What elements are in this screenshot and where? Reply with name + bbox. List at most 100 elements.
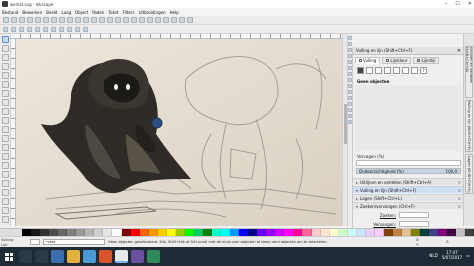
palette-swatch[interactable] bbox=[429, 229, 439, 236]
tab-stroke-style[interactable]: Lijnstijl bbox=[413, 57, 440, 64]
palette-swatch[interactable] bbox=[311, 229, 321, 236]
menu-tekst[interactable]: Tekst bbox=[108, 10, 118, 15]
bucket-tool-icon[interactable] bbox=[1, 180, 9, 187]
spray-tool-icon[interactable] bbox=[1, 162, 9, 169]
palette-swatch[interactable] bbox=[275, 229, 285, 236]
linear-gradient-button[interactable] bbox=[375, 67, 382, 74]
zoom-selection-button[interactable] bbox=[91, 17, 97, 23]
palette-swatch[interactable] bbox=[374, 229, 384, 236]
palette-swatch[interactable] bbox=[447, 229, 457, 236]
spiral-tool-icon[interactable] bbox=[1, 117, 9, 124]
palette-swatch[interactable] bbox=[365, 229, 375, 236]
windows-start-icon[interactable] bbox=[2, 250, 16, 264]
search-input[interactable] bbox=[399, 212, 429, 218]
box3d-tool-icon[interactable] bbox=[1, 90, 9, 97]
duplicate-button[interactable] bbox=[115, 17, 121, 23]
palette-swatch[interactable] bbox=[239, 229, 249, 236]
fill-stroke-button[interactable] bbox=[155, 17, 161, 23]
align-distribute-button[interactable] bbox=[179, 17, 185, 23]
panel-layers[interactable]: ▸ Lagen (Shift+Ctrl+L) ✕ bbox=[353, 194, 464, 201]
paste-button[interactable] bbox=[83, 17, 89, 23]
tab-fill[interactable]: Vulling bbox=[355, 57, 381, 64]
palette-swatch[interactable] bbox=[266, 229, 276, 236]
rectangle-tool-icon[interactable] bbox=[1, 81, 9, 88]
palette-swatch[interactable] bbox=[94, 229, 104, 236]
snap-bbox-button[interactable] bbox=[348, 42, 352, 46]
palette-swatch[interactable] bbox=[356, 229, 366, 236]
side-tab-align[interactable]: Uitlijnen en verdelen (Shift+Ctrl+A) bbox=[465, 46, 473, 98]
pencil-tool-icon[interactable] bbox=[1, 126, 9, 133]
flip-horizontal-button[interactable] bbox=[43, 26, 48, 32]
palette-swatch[interactable] bbox=[40, 229, 50, 236]
notifications-icon[interactable]: ▭ bbox=[466, 253, 470, 258]
ellipse-tool-icon[interactable] bbox=[1, 99, 9, 106]
minimize-button[interactable]: – bbox=[445, 1, 448, 7]
lower-button[interactable] bbox=[75, 26, 80, 32]
raise-top-button[interactable] bbox=[59, 26, 64, 32]
palette-swatch[interactable] bbox=[411, 229, 421, 236]
palette-swatch[interactable] bbox=[103, 229, 113, 236]
unset-paint-button[interactable]: ? bbox=[420, 67, 427, 74]
palette-swatch[interactable] bbox=[184, 229, 194, 236]
text-tool-icon[interactable] bbox=[1, 153, 9, 160]
radial-gradient-button[interactable] bbox=[384, 67, 391, 74]
clock[interactable]: 17:47 5/07/2017 bbox=[442, 250, 463, 260]
panel-align-close-icon[interactable]: ✕ bbox=[458, 180, 461, 185]
group-button[interactable] bbox=[139, 17, 145, 23]
palette-swatch[interactable] bbox=[22, 229, 32, 236]
export-button[interactable] bbox=[43, 17, 49, 23]
palette-swatch[interactable] bbox=[401, 229, 412, 236]
palette-swatch[interactable] bbox=[347, 229, 357, 236]
menu-beeld[interactable]: Beeld bbox=[46, 10, 57, 15]
palette-swatch[interactable] bbox=[420, 229, 430, 236]
palette-swatch[interactable] bbox=[320, 229, 330, 236]
measure-tool-icon[interactable] bbox=[1, 72, 9, 79]
palette-swatch[interactable] bbox=[456, 229, 466, 236]
tab-stroke-paint[interactable]: Lijnkleur bbox=[382, 57, 412, 64]
mesh-tool-icon[interactable] bbox=[1, 198, 9, 205]
palette-swatch[interactable] bbox=[76, 229, 86, 236]
palette-swatch[interactable] bbox=[31, 229, 41, 236]
panel-fill-stroke-close-icon[interactable]: ✕ bbox=[458, 188, 461, 193]
replace-input[interactable] bbox=[399, 221, 429, 227]
new-document-button[interactable] bbox=[3, 17, 9, 23]
deselect-button[interactable] bbox=[19, 26, 24, 32]
pattern-button[interactable] bbox=[402, 67, 409, 74]
flip-vertical-button[interactable] bbox=[51, 26, 56, 32]
palette-swatch[interactable] bbox=[392, 229, 402, 236]
chrome-icon[interactable] bbox=[99, 250, 112, 263]
palette-swatch[interactable] bbox=[293, 229, 303, 236]
palette-swatch[interactable] bbox=[302, 229, 312, 236]
cut-button[interactable] bbox=[75, 17, 81, 23]
eraser-tool-icon[interactable] bbox=[1, 171, 9, 178]
opacity-spinner[interactable] bbox=[30, 239, 40, 245]
preferences-button[interactable] bbox=[187, 17, 193, 23]
app-icon[interactable] bbox=[131, 250, 144, 263]
maximize-button[interactable]: ☐ bbox=[455, 1, 459, 7]
zoom-drawing-button[interactable] bbox=[99, 17, 105, 23]
import-button[interactable] bbox=[35, 17, 41, 23]
mesh-gradient-button[interactable] bbox=[393, 67, 400, 74]
palette-swatch[interactable] bbox=[438, 229, 448, 236]
pen-tool-icon[interactable] bbox=[1, 135, 9, 142]
text-font-button[interactable] bbox=[163, 17, 169, 23]
swatch-button[interactable] bbox=[411, 67, 418, 74]
panel-layers-close-icon[interactable]: ✕ bbox=[458, 196, 461, 201]
tweak-tool-icon[interactable] bbox=[1, 54, 9, 61]
close-button[interactable]: ✕ bbox=[468, 1, 472, 7]
menu-filters[interactable]: Filters bbox=[123, 10, 135, 15]
palette-swatch[interactable] bbox=[148, 229, 158, 236]
open-button[interactable] bbox=[11, 17, 17, 23]
palette-swatch[interactable] bbox=[157, 229, 167, 236]
panel-find-close-icon[interactable]: ✕ bbox=[458, 204, 461, 209]
palette-swatch[interactable] bbox=[230, 229, 240, 236]
menu-paden[interactable]: Paden bbox=[92, 10, 104, 15]
inkscape-task-icon[interactable] bbox=[115, 250, 128, 263]
palette-swatch[interactable] bbox=[211, 229, 222, 236]
unlink-clone-button[interactable] bbox=[131, 17, 137, 23]
palette-swatch[interactable] bbox=[166, 229, 176, 236]
opacity-slider[interactable]: Ondoorzichtigheid (%) 100,0 bbox=[356, 168, 461, 174]
raise-button[interactable] bbox=[67, 26, 72, 32]
rotate-cw-button[interactable] bbox=[35, 26, 40, 32]
connector-tool-icon[interactable] bbox=[1, 216, 9, 223]
